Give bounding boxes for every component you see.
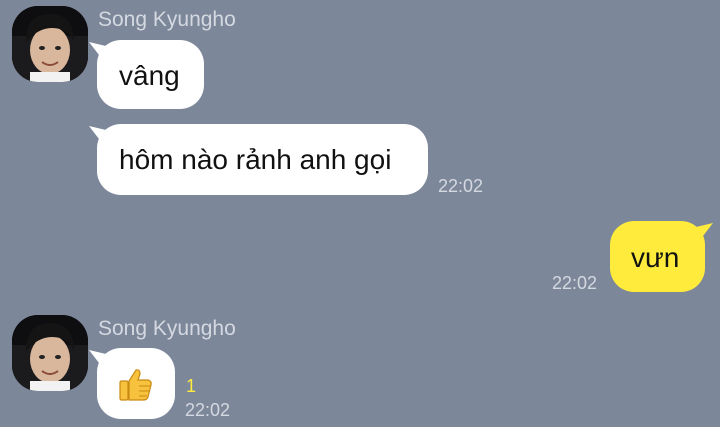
emoji-message-bubble[interactable]: [97, 348, 175, 419]
avatar[interactable]: [12, 6, 88, 82]
avatar-photo: [12, 315, 88, 391]
thumbs-up-icon: [119, 369, 152, 401]
avatar[interactable]: [12, 315, 88, 391]
message-text: vâng: [119, 60, 180, 91]
sender-name: Song Kyungho: [98, 317, 236, 340]
chat-view: Song Kyungho vâng hôm nào rảnh anh gọi 2…: [0, 0, 720, 427]
avatar-photo: [12, 6, 88, 82]
sent-message-bubble[interactable]: vưn: [610, 221, 705, 292]
message-bubble[interactable]: hôm nào rảnh anh gọi: [97, 124, 428, 195]
sender-name: Song Kyungho: [98, 8, 236, 31]
unread-count: 1: [186, 376, 197, 396]
message-time: 22:02: [552, 273, 598, 293]
message-text: vưn: [631, 242, 680, 273]
message-time: 22:02: [438, 176, 484, 196]
message-time: 22:02: [185, 400, 231, 420]
message-text: hôm nào rảnh anh gọi: [119, 144, 392, 175]
message-bubble[interactable]: vâng: [97, 40, 204, 109]
